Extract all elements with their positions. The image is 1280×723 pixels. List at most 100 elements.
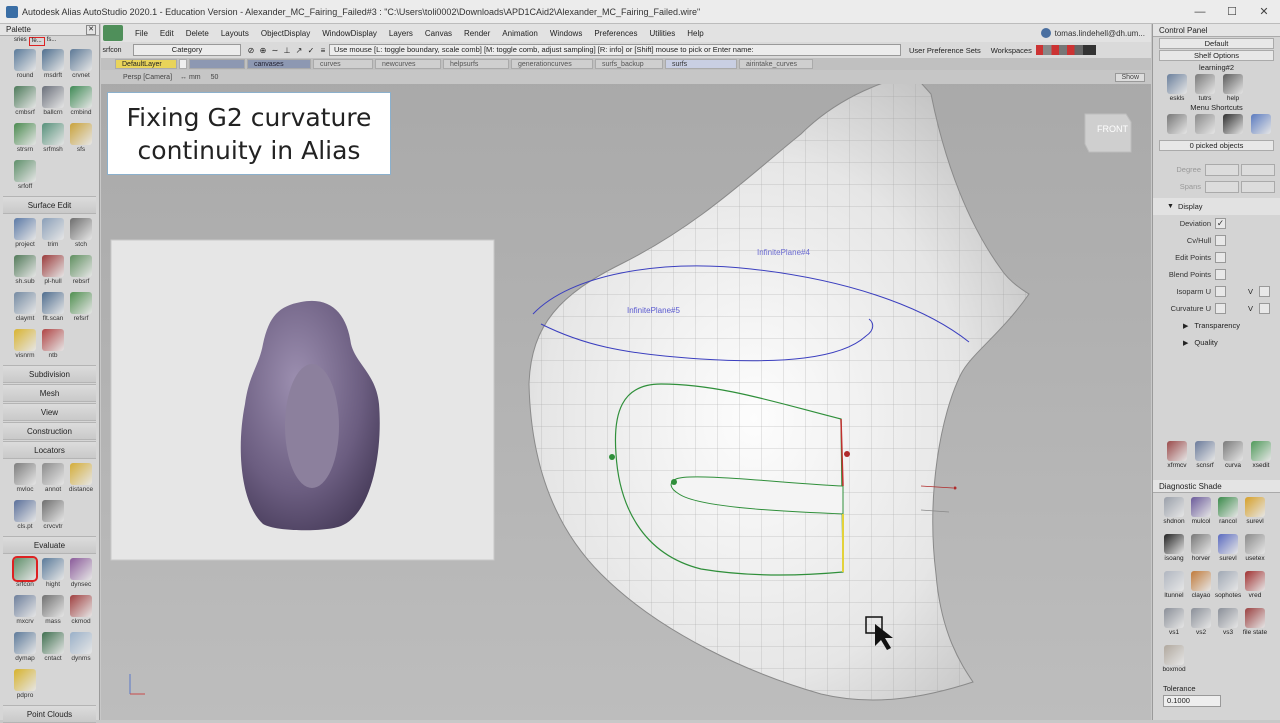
tool-crvcvtr[interactable]: crvcvtr xyxy=(40,498,66,535)
tool-shortcut[interactable] xyxy=(1193,114,1217,134)
layer-surfs-backup[interactable]: surfs_backup xyxy=(595,59,663,69)
maximize-button[interactable]: ☐ xyxy=(1216,1,1248,23)
menu-render[interactable]: Render xyxy=(464,29,490,38)
close-icon[interactable]: ✕ xyxy=(86,24,96,35)
filter-icon[interactable]: ⊘ xyxy=(245,46,257,55)
user-account[interactable]: tomas.lindehell@dh.um... xyxy=(1040,28,1145,38)
tolerance-field[interactable]: 0.1000 xyxy=(1163,695,1221,707)
tool-flt-scan[interactable]: flt.scan xyxy=(40,290,66,327)
palette-tab[interactable]: sries xyxy=(14,37,27,46)
menu-shortcuts-tab[interactable]: Menu Shortcuts xyxy=(1153,102,1280,114)
tool-rancol[interactable]: rancol xyxy=(1215,494,1241,531)
tool-msdrft[interactable]: msdrft xyxy=(40,47,66,84)
menu-icon[interactable]: ≡ xyxy=(317,46,329,55)
tool-dynsec[interactable]: dynsec xyxy=(68,556,94,593)
tool-horver[interactable]: horver xyxy=(1188,531,1214,568)
menu-animation[interactable]: Animation xyxy=(502,29,538,38)
tool-boxmod[interactable]: boxmod xyxy=(1161,642,1187,679)
transparency-section[interactable]: Transparency xyxy=(1194,321,1240,330)
tool-xsedit[interactable]: xsedit xyxy=(1249,441,1273,469)
shelf-options-dropdown[interactable]: Shelf Options xyxy=(1159,50,1274,61)
tool-cls-pt[interactable]: cls.pt xyxy=(12,498,38,535)
tool-isoang[interactable]: isoang xyxy=(1161,531,1187,568)
tool-refsrf[interactable]: refsrf xyxy=(68,290,94,327)
tool-shortcut[interactable] xyxy=(1249,114,1273,134)
tool-eskls[interactable]: eskls xyxy=(1165,74,1189,102)
tool-sfs[interactable]: sfs xyxy=(68,121,94,158)
tool-vs1[interactable]: vs1 xyxy=(1161,605,1187,642)
tool-shdnon[interactable]: shdnon xyxy=(1161,494,1187,531)
tool-vred[interactable]: vred xyxy=(1242,568,1268,605)
menu-preferences[interactable]: Preferences xyxy=(594,29,637,38)
tool-xfrmcv[interactable]: xfrmcv xyxy=(1165,441,1189,469)
tool-mass[interactable]: mass xyxy=(40,593,66,630)
tool-scnsrf[interactable]: scnsrf xyxy=(1193,441,1217,469)
quality-section[interactable]: Quality xyxy=(1194,338,1217,347)
menu-windowdisplay[interactable]: WindowDisplay xyxy=(322,29,377,38)
tool-visnrm[interactable]: visnrm xyxy=(12,327,38,364)
tool-clayao[interactable]: clayao xyxy=(1188,568,1214,605)
menu-help[interactable]: Help xyxy=(687,29,703,38)
curvature-u-v-checkbox[interactable] xyxy=(1259,303,1271,314)
menu-file[interactable]: File xyxy=(135,29,148,38)
tool-cmbind[interactable]: cmbind xyxy=(68,84,94,121)
tool-sophotes[interactable]: sophotes xyxy=(1215,568,1241,605)
palette-tab[interactable]: fe... xyxy=(28,37,45,46)
isoparm-u-v-checkbox[interactable] xyxy=(1259,286,1271,297)
layer-default[interactable]: DefaultLayer xyxy=(115,59,177,69)
tool-stch[interactable]: stch xyxy=(68,216,94,253)
tool-srfoff[interactable]: srfoff xyxy=(12,158,38,195)
curve-icon[interactable]: ∼ xyxy=(269,46,281,55)
tool-project[interactable]: project xyxy=(12,216,38,253)
picked-objects-dropdown[interactable]: 0 picked objects xyxy=(1159,140,1274,151)
layer-canvases[interactable]: canvases xyxy=(247,59,311,69)
layer-newcurves[interactable]: newcurves xyxy=(375,59,441,69)
display-expand-icon[interactable]: ▼ xyxy=(1167,203,1174,210)
menu-layouts[interactable]: Layouts xyxy=(221,29,249,38)
menu-canvas[interactable]: Canvas xyxy=(425,29,452,38)
edit-points-checkbox[interactable] xyxy=(1215,252,1226,263)
section-mesh[interactable]: Mesh xyxy=(3,384,96,402)
palette-tab[interactable]: fs... xyxy=(47,37,57,46)
menu-utilities[interactable]: Utilities xyxy=(649,29,675,38)
pick-icon[interactable]: ↗ xyxy=(293,46,305,55)
menu-edit[interactable]: Edit xyxy=(160,29,174,38)
user-preference-sets[interactable]: User Preference Sets xyxy=(909,46,981,55)
viewport-name[interactable]: Persp [Camera] xyxy=(123,74,172,81)
spans-field-2[interactable] xyxy=(1241,180,1275,193)
tool-ltunnel[interactable]: ltunnel xyxy=(1161,568,1187,605)
tool-cmbsrf[interactable]: cmbsrf xyxy=(12,84,38,121)
current-tool-icon[interactable] xyxy=(103,25,123,41)
section-evaluate[interactable]: Evaluate xyxy=(3,536,96,554)
command-prompt[interactable]: Use mouse [L: toggle boundary, scale com… xyxy=(329,44,901,56)
close-button[interactable]: ✕ xyxy=(1248,1,1280,23)
tool-shortcut[interactable] xyxy=(1221,114,1245,134)
workspaces-button[interactable]: Workspaces xyxy=(991,46,1032,55)
tool-strsrn[interactable]: strsrn xyxy=(12,121,38,158)
tool-hight[interactable]: hight xyxy=(40,556,66,593)
menu-layers[interactable]: Layers xyxy=(389,29,413,38)
tool-mxcrv[interactable]: mxcrv xyxy=(12,593,38,630)
minimize-button[interactable]: — xyxy=(1184,1,1216,23)
degree-field-2[interactable] xyxy=(1241,163,1275,176)
tool-curva[interactable]: curva xyxy=(1221,441,1245,469)
deviation-checkbox[interactable]: ✓ xyxy=(1215,218,1226,229)
degree-field[interactable] xyxy=(1205,163,1239,176)
tool-srfcon[interactable]: srfcon xyxy=(12,556,38,593)
tool-cntact[interactable]: cntact xyxy=(40,630,66,667)
menu-windows[interactable]: Windows xyxy=(550,29,582,38)
section-view[interactable]: View xyxy=(3,403,96,421)
isoparm-u-checkbox[interactable] xyxy=(1215,286,1226,297)
tool-pl-hull[interactable]: pl-hull xyxy=(40,253,66,290)
snap-icon[interactable]: ✓ xyxy=(305,46,317,55)
tool-shortcut[interactable] xyxy=(1165,114,1189,134)
lock-icon[interactable]: ⊕ xyxy=(257,46,269,55)
layer-toggle[interactable] xyxy=(179,59,187,69)
tool-claymt[interactable]: claymt xyxy=(12,290,38,327)
tool-mvloc[interactable]: mvloc xyxy=(12,461,38,498)
curvature-u-checkbox[interactable] xyxy=(1215,303,1226,314)
layer-generationcurves[interactable]: generationcurves xyxy=(511,59,593,69)
show-button[interactable]: Show xyxy=(1115,72,1145,82)
workspace-icons[interactable] xyxy=(1035,45,1096,55)
tool-mulcol[interactable]: mulcol xyxy=(1188,494,1214,531)
